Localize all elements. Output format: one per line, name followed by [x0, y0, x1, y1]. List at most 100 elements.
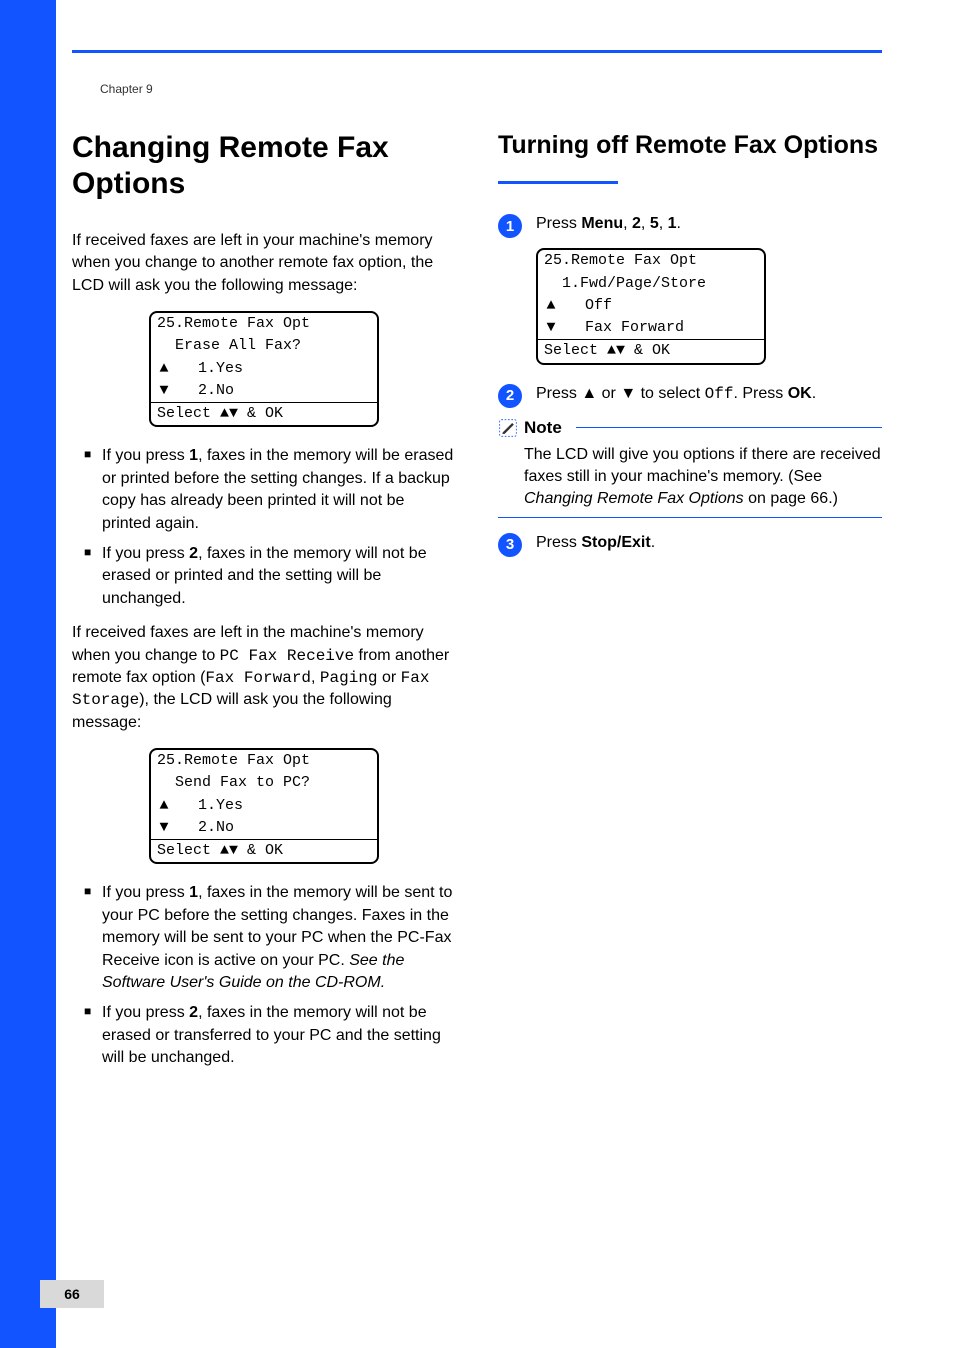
text-fragment: on page 66.) — [744, 490, 838, 507]
intro-paragraph: If received faxes are left in your machi… — [72, 230, 456, 297]
text-fragment: If you press — [102, 545, 189, 562]
content-area: Changing Remote Fax Options If received … — [72, 130, 882, 1276]
note-block: Note The LCD will give you options if th… — [498, 418, 882, 518]
text-fragment: to select — [636, 385, 704, 402]
lcd-line: ▲ 1.Yes — [151, 358, 377, 380]
lcd-option: Fax Forward — [585, 319, 684, 336]
text-fragment: If you press — [102, 1004, 189, 1021]
text-fragment: or — [597, 385, 620, 402]
lcd-line: 25.Remote Fax Opt — [151, 313, 377, 335]
key-label: Stop/Exit — [581, 534, 650, 551]
text-fragment: Press — [536, 534, 581, 551]
text-fragment: The LCD will give you options if there a… — [524, 446, 881, 485]
note-pencil-icon — [498, 418, 518, 438]
lcd-line: ▲ Off — [538, 295, 764, 317]
key-number: 2 — [189, 545, 198, 562]
up-arrow-icon: ▲ — [157, 796, 171, 816]
key-number: 2 — [189, 1004, 198, 1021]
step-3: 3 Press Stop/Exit. — [498, 532, 882, 557]
up-arrow-icon: ▲ — [544, 296, 558, 316]
text-fragment: If you press — [102, 447, 189, 464]
down-arrow-icon: ▼ — [616, 342, 625, 359]
lcd-line: 25.Remote Fax Opt — [151, 750, 377, 772]
bullet-list: If you press 1, faxes in the memory will… — [72, 445, 456, 610]
list-item: If you press 2, faxes in the memory will… — [84, 543, 456, 610]
down-arrow-icon: ▼ — [544, 318, 558, 338]
text-fragment: . — [812, 385, 816, 402]
up-arrow-icon: ▲ — [220, 405, 229, 422]
step-body: Press ▲ or ▼ to select Off. Press OK. — [536, 383, 882, 405]
left-blue-strip — [0, 0, 56, 1348]
list-item: If you press 1, faxes in the memory will… — [84, 882, 456, 994]
lcd-option: Off — [585, 297, 612, 314]
text-fragment: Press — [536, 215, 581, 232]
down-arrow-icon: ▼ — [229, 842, 238, 859]
left-column: Changing Remote Fax Options If received … — [72, 130, 456, 1276]
text-fragment: or — [378, 669, 401, 686]
lcd-option: 2.No — [198, 382, 234, 399]
code-text: Fax Forward — [205, 669, 311, 687]
step-body: Press Stop/Exit. — [536, 532, 882, 554]
key-label: OK — [788, 385, 812, 402]
step-number-badge: 1 — [498, 214, 522, 238]
up-arrow-icon: ▲ — [581, 385, 597, 402]
up-arrow-icon: ▲ — [157, 359, 171, 379]
page-number-box: 66 — [40, 1280, 104, 1308]
text-fragment: . Press — [733, 385, 787, 402]
lcd-select-line: Select ▲▼ & OK — [151, 839, 377, 862]
key-number: 2 — [632, 215, 641, 232]
list-item: If you press 2, faxes in the memory will… — [84, 1002, 456, 1069]
up-arrow-icon: ▲ — [607, 342, 616, 359]
note-label: Note — [524, 418, 562, 438]
note-end-rule — [498, 517, 882, 518]
step-body: Press Menu, 2, 5, 1. — [536, 213, 882, 235]
text-fragment: . — [651, 534, 655, 551]
lcd-line: Erase All Fax? — [151, 335, 377, 357]
key-number: 1 — [668, 215, 677, 232]
lcd-line: Send Fax to PC? — [151, 772, 377, 794]
lcd-select-line: Select ▲▼ & OK — [151, 402, 377, 425]
lcd-line: ▼ 2.No — [151, 380, 377, 402]
section-heading-changing-remote: Changing Remote Fax Options — [72, 130, 456, 202]
lcd-option: 1.Yes — [198, 360, 243, 377]
key-number: 1 — [189, 447, 198, 464]
right-column: Turning off Remote Fax Options 9 1 Press… — [498, 130, 882, 1276]
subhead-rule: 9 — [498, 169, 882, 195]
key-number: 1 — [189, 884, 198, 901]
bullet-list: If you press 1, faxes in the memory will… — [72, 882, 456, 1069]
step-1: 1 Press Menu, 2, 5, 1. — [498, 213, 882, 238]
lcd-option: 2.No — [198, 819, 234, 836]
lcd-line: ▼ 2.No — [151, 817, 377, 839]
code-text: PC Fax Receive — [220, 647, 354, 665]
section-heading-turning-off: Turning off Remote Fax Options — [498, 130, 882, 161]
italic-reference: Changing Remote Fax Options — [524, 490, 744, 507]
lcd-option: 1.Yes — [198, 797, 243, 814]
down-arrow-icon: ▼ — [157, 818, 171, 838]
lcd-line: 25.Remote Fax Opt — [538, 250, 764, 272]
down-arrow-icon: ▼ — [620, 385, 636, 402]
down-arrow-icon: ▼ — [157, 381, 171, 401]
chapter-label: Chapter 9 — [100, 82, 153, 96]
blue-underline — [498, 181, 618, 184]
top-horizontal-rule — [72, 50, 882, 53]
down-arrow-icon: ▼ — [229, 405, 238, 422]
note-body: The LCD will give you options if there a… — [498, 444, 882, 511]
step-number-badge: 2 — [498, 384, 522, 408]
code-text: Paging — [320, 669, 378, 687]
step-number-badge: 3 — [498, 533, 522, 557]
text-fragment: , — [311, 669, 320, 686]
lcd-line: ▲ 1.Yes — [151, 795, 377, 817]
lcd-select-line: Select ▲▼ & OK — [538, 339, 764, 362]
text-fragment: If you press — [102, 884, 189, 901]
page-number: 66 — [64, 1286, 80, 1302]
key-number: 5 — [650, 215, 659, 232]
list-item: If you press 1, faxes in the memory will… — [84, 445, 456, 535]
text-fragment: . — [677, 215, 681, 232]
text-fragment: , — [659, 215, 668, 232]
lcd-display-fwd-page-store: 25.Remote Fax Opt 1.Fwd/Page/Store ▲ Off… — [536, 248, 766, 364]
key-label: Menu — [581, 215, 623, 232]
text-fragment: , — [641, 215, 650, 232]
lcd-display-erase-all-fax: 25.Remote Fax Opt Erase All Fax? ▲ 1.Yes… — [149, 311, 379, 427]
middle-paragraph: If received faxes are left in the machin… — [72, 622, 456, 734]
text-fragment: , — [623, 215, 632, 232]
